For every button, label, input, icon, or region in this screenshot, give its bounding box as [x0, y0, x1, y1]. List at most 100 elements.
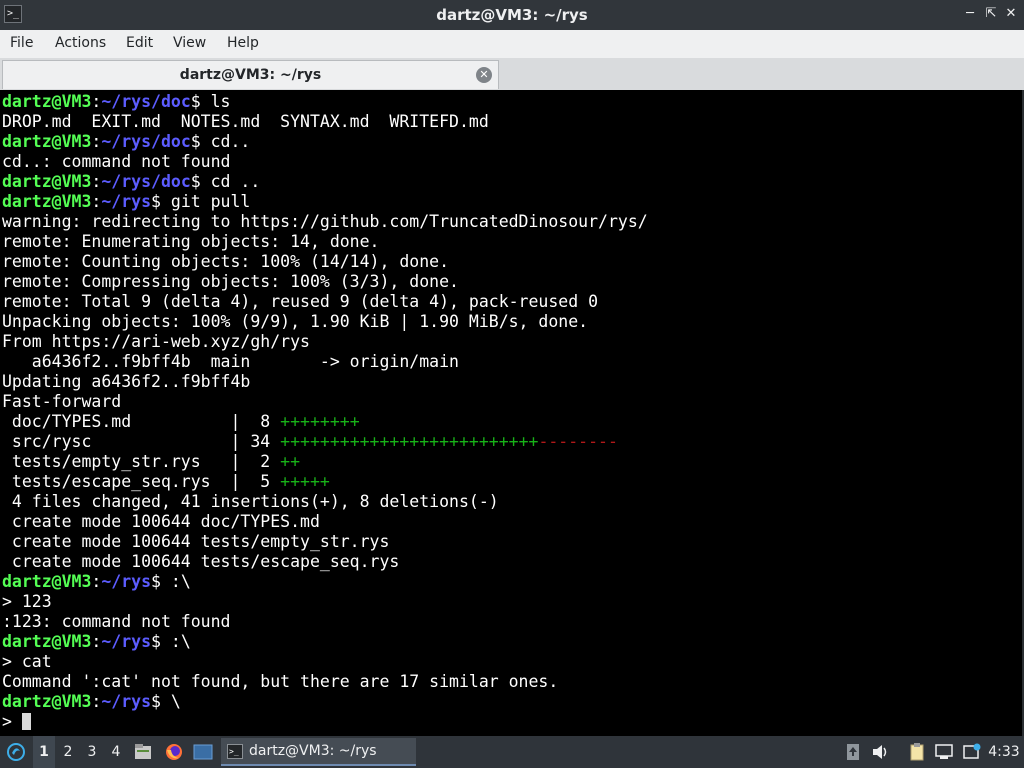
- terminal-line: create mode 100644 doc/TYPES.md: [2, 512, 648, 532]
- tab-bar: dartz@VM3: ~/rys ✕: [0, 58, 1024, 90]
- terminal-text: 4 files changed, 41 insertions(+), 8 del…: [2, 492, 499, 511]
- terminal-text: From https://ari-web.xyz/gh/rys: [2, 332, 310, 351]
- update-icon[interactable]: [843, 742, 863, 762]
- terminal-text: $ git pull: [151, 192, 251, 211]
- menu-file[interactable]: File: [10, 30, 33, 56]
- terminal-text: a6436f2..f9bff4b main -> origin/main: [2, 352, 459, 371]
- terminal-line: dartz@VM3:~/rys/doc$ cd ..: [2, 172, 648, 192]
- minimize-icon[interactable]: ─: [962, 6, 978, 22]
- menu-view[interactable]: View: [173, 30, 206, 56]
- terminal-text: :: [91, 92, 102, 111]
- window-titlebar[interactable]: >_ dartz@VM3: ~/rys ─ ⇱ ✕: [0, 0, 1024, 30]
- diff-insertions: ++++++++: [280, 412, 360, 431]
- terminal-text: $ cd..: [190, 132, 251, 151]
- workspace-3[interactable]: 3: [81, 736, 103, 768]
- terminal-text: Unpacking objects: 100% (9/9), 1.90 KiB …: [2, 312, 589, 331]
- terminal-line: DROP.md EXIT.md NOTES.md SYNTAX.md WRITE…: [2, 112, 648, 132]
- terminal-text: :: [91, 692, 102, 711]
- terminal-text: $ :\: [151, 572, 191, 591]
- firefox-icon[interactable]: [164, 742, 184, 762]
- terminal-text: $ :\: [151, 632, 191, 651]
- terminal-output: dartz@VM3:~/rys/doc$ ls DROP.md EXIT.md N…: [2, 92, 648, 732]
- prompt-path: ~/rys/doc: [101, 132, 191, 151]
- terminal-line: From https://ari-web.xyz/gh/rys: [2, 332, 648, 352]
- terminal-tab[interactable]: dartz@VM3: ~/rys ✕: [2, 60, 499, 89]
- terminal-text: remote: Compressing objects: 100% (3/3),…: [2, 272, 459, 291]
- prompt-user: dartz@VM3: [2, 572, 92, 591]
- workspace-1[interactable]: 1: [33, 736, 55, 768]
- terminal-text: Command ':cat' not found, but there are …: [2, 672, 559, 691]
- prompt-path: ~/rys: [101, 692, 152, 711]
- terminal-text: >: [2, 712, 22, 731]
- terminal-line: create mode 100644 tests/empty_str.rys: [2, 532, 648, 552]
- terminal-text: tests/empty_str.rys | 2: [2, 452, 281, 471]
- terminal-line: dartz@VM3:~/rys/doc$ cd..: [2, 132, 648, 152]
- terminal-text: create mode 100644 tests/empty_str.rys: [2, 532, 390, 551]
- notification-icon[interactable]: [962, 742, 982, 762]
- prompt-path: ~/rys/doc: [101, 92, 191, 111]
- terminal-line: dartz@VM3:~/rys$ \: [2, 692, 648, 712]
- terminal-icon: >_: [227, 744, 243, 759]
- terminal-text: DROP.md EXIT.md NOTES.md SYNTAX.md WRITE…: [2, 112, 489, 131]
- file-manager-icon[interactable]: [133, 742, 153, 762]
- terminal-line: > cat: [2, 652, 648, 672]
- terminal-text: remote: Enumerating objects: 14, done.: [2, 232, 380, 251]
- network-icon[interactable]: [934, 742, 954, 762]
- window-title: dartz@VM3: ~/rys: [436, 6, 588, 24]
- terminal-text: :: [91, 172, 102, 191]
- clock[interactable]: 4:33: [986, 736, 1022, 768]
- menu-edit[interactable]: Edit: [126, 30, 153, 56]
- diff-insertions: ++: [280, 452, 301, 471]
- workspace-2[interactable]: 2: [57, 736, 79, 768]
- terminal-text: :: [91, 192, 102, 211]
- terminal-text: create mode 100644 doc/TYPES.md: [2, 512, 320, 531]
- taskbar: 1 2 3 4 >_ dartz@VM3: ~/rys 4:33: [0, 736, 1024, 768]
- terminal-line: :123: command not found: [2, 612, 648, 632]
- prompt-path: ~/rys: [101, 572, 152, 591]
- terminal-line: remote: Total 9 (delta 4), reused 9 (del…: [2, 292, 648, 312]
- terminal-text: $ ls: [190, 92, 231, 111]
- diff-insertions: ++++++++++++++++++++++++++: [280, 432, 539, 451]
- menu-actions[interactable]: Actions: [55, 30, 106, 56]
- terminal-line: Unpacking objects: 100% (9/9), 1.90 KiB …: [2, 312, 648, 332]
- terminal-line: tests/escape_seq.rys | 5 +++++: [2, 472, 648, 492]
- volume-icon[interactable]: [870, 742, 890, 762]
- prompt-user: dartz@VM3: [2, 692, 92, 711]
- close-icon[interactable]: ✕: [1003, 6, 1019, 22]
- terminal-text: $ \: [151, 692, 181, 711]
- task-label: dartz@VM3: ~/rys: [249, 743, 377, 759]
- prompt-path: ~/rys: [101, 632, 152, 651]
- terminal-line: remote: Counting objects: 100% (14/14), …: [2, 252, 648, 272]
- terminal-line: >: [2, 712, 648, 732]
- terminal-text: > cat: [2, 652, 52, 671]
- terminal-text: :: [91, 632, 102, 651]
- terminal-line: > 123: [2, 592, 648, 612]
- terminal-line: dartz@VM3:~/rys/doc$ ls: [2, 92, 648, 112]
- workspace-4[interactable]: 4: [105, 736, 127, 768]
- terminal-view[interactable]: dartz@VM3:~/rys/doc$ ls DROP.md EXIT.md N…: [0, 90, 1024, 736]
- terminal-text: :: [91, 572, 102, 591]
- close-tab-icon[interactable]: ✕: [476, 67, 492, 83]
- terminal-text: create mode 100644 tests/escape_seq.rys: [2, 552, 400, 571]
- diff-deletions: --------: [538, 432, 618, 451]
- maximize-icon[interactable]: ⇱: [983, 6, 999, 22]
- show-desktop-icon[interactable]: [193, 742, 213, 762]
- diff-insertions: +++++: [280, 472, 330, 491]
- terminal-text: remote: Total 9 (delta 4), reused 9 (del…: [2, 292, 599, 311]
- terminal-line: a6436f2..f9bff4b main -> origin/main: [2, 352, 648, 372]
- menu-help[interactable]: Help: [227, 30, 259, 56]
- terminal-line: tests/empty_str.rys | 2 ++: [2, 452, 648, 472]
- taskbar-task-terminal[interactable]: >_ dartz@VM3: ~/rys: [221, 738, 416, 766]
- prompt-user: dartz@VM3: [2, 172, 92, 191]
- start-menu-icon[interactable]: [6, 742, 26, 762]
- terminal-line: Updating a6436f2..f9bff4b: [2, 372, 648, 392]
- text-cursor: [21, 713, 31, 730]
- clipboard-icon[interactable]: [907, 742, 927, 762]
- terminal-text: warning: redirecting to https://github.c…: [2, 212, 648, 231]
- terminal-line: remote: Enumerating objects: 14, done.: [2, 232, 648, 252]
- terminal-line: Command ':cat' not found, but there are …: [2, 672, 648, 692]
- prompt-path: ~/rys: [101, 192, 152, 211]
- terminal-text: Updating a6436f2..f9bff4b: [2, 372, 251, 391]
- prompt-user: dartz@VM3: [2, 92, 92, 111]
- terminal-line: Fast-forward: [2, 392, 648, 412]
